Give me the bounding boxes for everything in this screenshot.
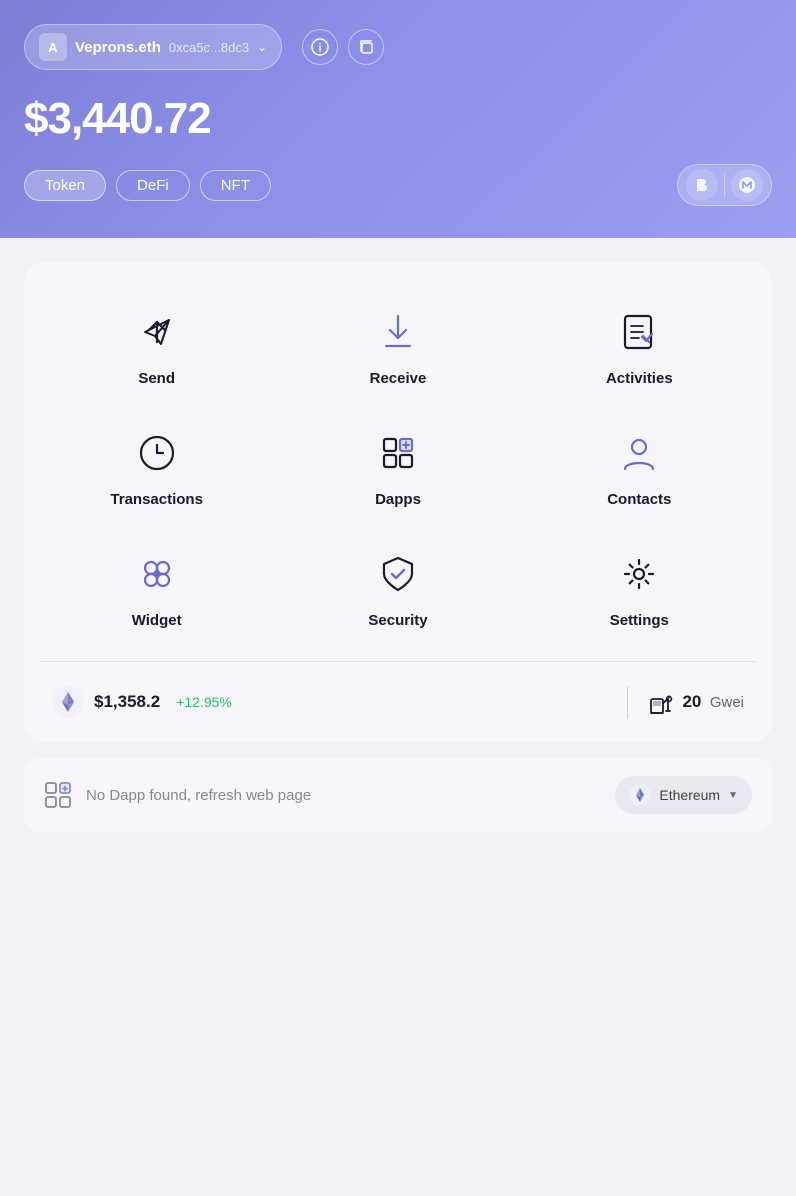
b-logo bbox=[692, 175, 712, 195]
header-icons bbox=[302, 29, 384, 65]
info-button[interactable] bbox=[302, 29, 338, 65]
receive-label: Receive bbox=[370, 370, 427, 387]
dropdown-arrow-icon: ▼ bbox=[728, 790, 738, 801]
tab-token[interactable]: Token bbox=[24, 170, 106, 201]
dapps-icon bbox=[372, 427, 424, 479]
tab-nft[interactable]: NFT bbox=[200, 170, 271, 201]
protocol-b-icon bbox=[686, 169, 718, 201]
settings-button[interactable]: Settings bbox=[523, 532, 756, 645]
address-pill[interactable]: A Veprons.eth 0xca5c...8dc3 ⌄ bbox=[24, 24, 282, 70]
gas-value: 20 Gwei bbox=[682, 692, 744, 712]
dapps-label: Dapps bbox=[375, 491, 421, 508]
gas-icon bbox=[648, 689, 674, 715]
actions-card: Send Receive bbox=[24, 262, 772, 742]
dapp-message: No Dapp found, refresh web page bbox=[86, 787, 601, 804]
action-grid: Send Receive bbox=[40, 290, 756, 645]
send-icon bbox=[131, 306, 183, 358]
settings-icon bbox=[613, 548, 665, 600]
transactions-button[interactable]: Transactions bbox=[40, 411, 273, 524]
asset-tabs: Token DeFi NFT bbox=[24, 164, 772, 206]
copy-button[interactable] bbox=[348, 29, 384, 65]
widget-label: Widget bbox=[132, 612, 182, 629]
transactions-label: Transactions bbox=[110, 491, 203, 508]
activities-button[interactable]: Activities bbox=[523, 290, 756, 403]
eth-price: $1,358.2 bbox=[94, 692, 160, 712]
receive-button[interactable]: Receive bbox=[281, 290, 514, 403]
receive-icon bbox=[372, 306, 424, 358]
tab-defi[interactable]: DeFi bbox=[116, 170, 190, 201]
protocol-m-icon bbox=[731, 169, 763, 201]
settings-label: Settings bbox=[610, 612, 669, 629]
dapps-button[interactable]: Dapps bbox=[281, 411, 514, 524]
wallet-address: 0xca5c...8dc3 bbox=[169, 40, 249, 55]
protocol-divider bbox=[724, 173, 725, 197]
chevron-down-icon: ⌄ bbox=[257, 40, 267, 54]
gas-info: 20 Gwei bbox=[648, 689, 744, 715]
eth-change: +12.95% bbox=[176, 694, 232, 710]
card-divider bbox=[40, 661, 756, 662]
balance-display: $3,440.72 bbox=[24, 94, 772, 144]
dapp-bar-icon bbox=[44, 781, 72, 809]
send-button[interactable]: Send bbox=[40, 290, 273, 403]
activities-icon bbox=[613, 306, 665, 358]
gas-unit: Gwei bbox=[710, 694, 744, 711]
activities-label: Activities bbox=[606, 370, 673, 387]
send-label: Send bbox=[138, 370, 175, 387]
widget-icon bbox=[131, 548, 183, 600]
transactions-icon bbox=[131, 427, 183, 479]
avatar: A bbox=[39, 33, 67, 61]
dapp-bar: No Dapp found, refresh web page Ethereum… bbox=[24, 758, 772, 832]
eth-logo bbox=[52, 686, 84, 718]
ticker-divider bbox=[627, 686, 628, 718]
network-name: Ethereum bbox=[659, 787, 720, 803]
security-label: Security bbox=[368, 612, 427, 629]
network-button[interactable]: Ethereum ▼ bbox=[615, 776, 752, 814]
wallet-name: Veprons.eth bbox=[75, 39, 161, 56]
ticker-eth-info: $1,358.2 +12.95% bbox=[52, 686, 607, 718]
security-icon bbox=[372, 548, 424, 600]
address-bar: A Veprons.eth 0xca5c...8dc3 ⌄ bbox=[24, 24, 772, 70]
widget-button[interactable]: Widget bbox=[40, 532, 273, 645]
hero-section: A Veprons.eth 0xca5c...8dc3 ⌄ bbox=[0, 0, 796, 238]
eth-network-icon bbox=[629, 784, 651, 806]
info-icon bbox=[311, 38, 329, 56]
copy-icon bbox=[357, 38, 375, 56]
contacts-button[interactable]: Contacts bbox=[523, 411, 756, 524]
ticker-row: $1,358.2 +12.95% 20 Gwei bbox=[40, 678, 756, 726]
contacts-icon bbox=[613, 427, 665, 479]
m-logo bbox=[737, 175, 757, 195]
contacts-label: Contacts bbox=[607, 491, 671, 508]
protocol-icons[interactable] bbox=[677, 164, 772, 206]
security-button[interactable]: Security bbox=[281, 532, 514, 645]
